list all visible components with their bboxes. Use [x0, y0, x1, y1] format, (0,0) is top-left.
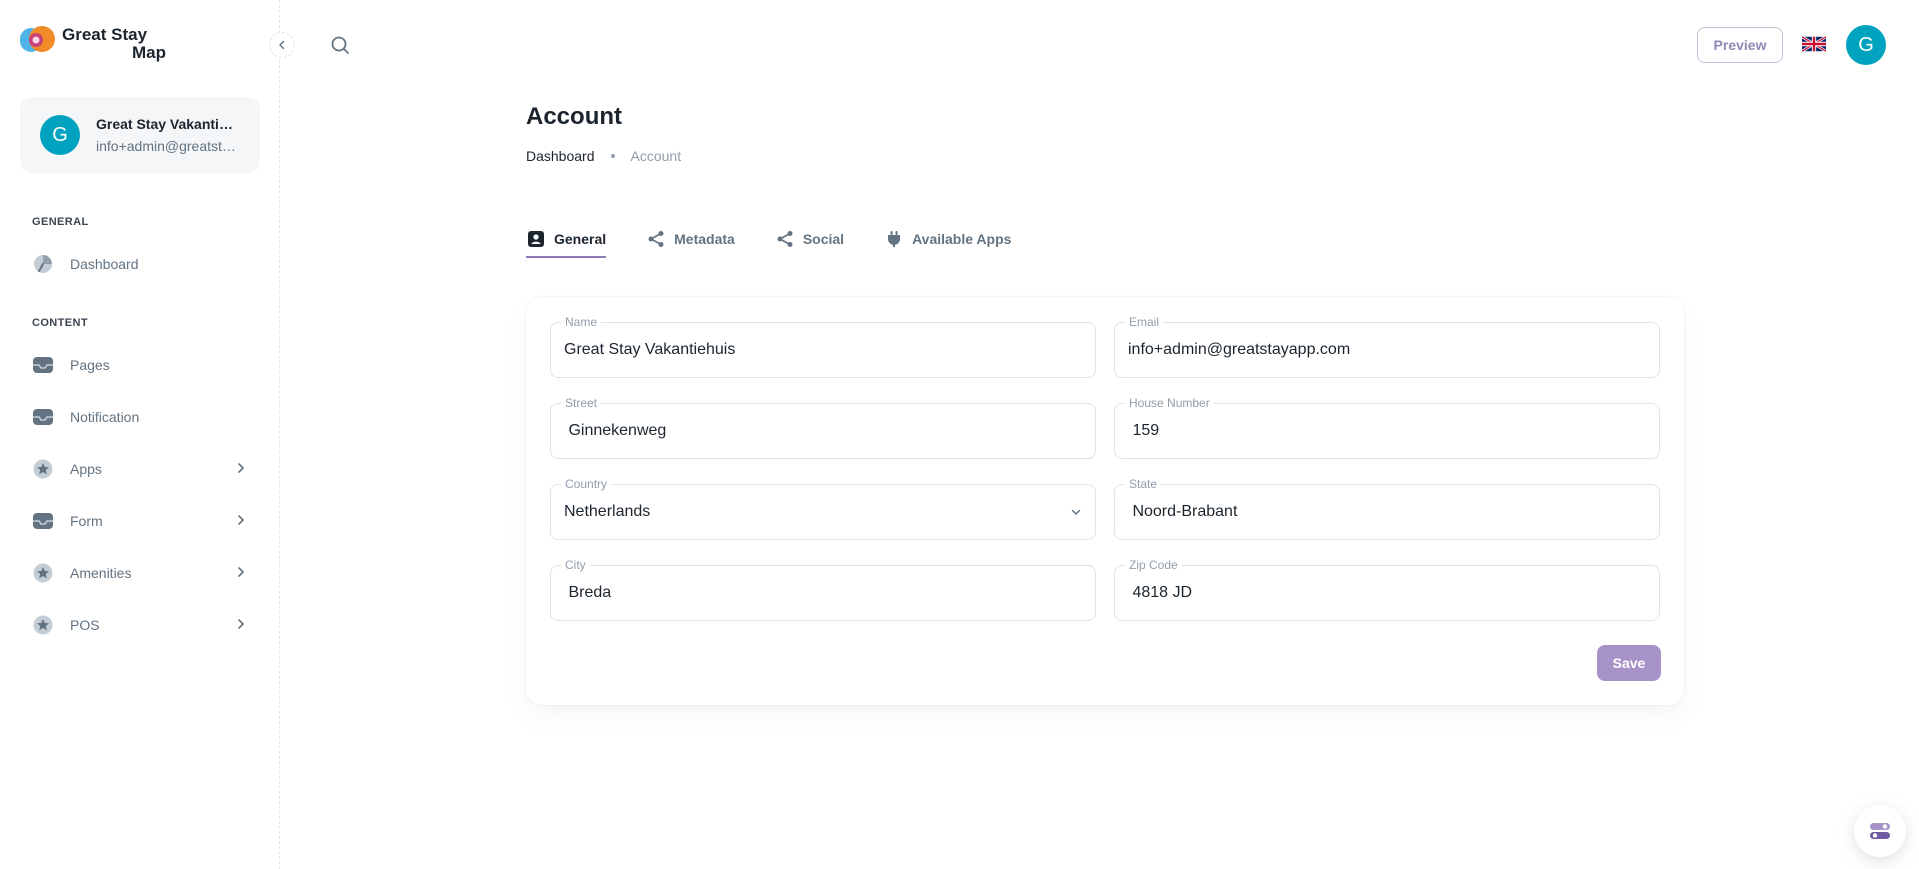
sidebar-item-label: Apps	[70, 461, 102, 477]
tab-general[interactable]: General	[526, 220, 607, 258]
plug-icon	[884, 229, 904, 249]
page-title: Account	[526, 103, 622, 130]
sidebar: Great Stay Map G Great Stay Vakantiehuis…	[0, 0, 295, 869]
chevron-left-icon	[279, 40, 285, 50]
breadcrumb-current: Account	[630, 148, 682, 164]
sidebar-item-form[interactable]: Form	[20, 499, 260, 543]
toggle-settings-icon	[1870, 823, 1890, 839]
settings-fab-button[interactable]	[1854, 805, 1906, 857]
sidebar-item-label: Amenities	[70, 565, 132, 581]
email-field[interactable]: Email info+admin@greatstayapp.com	[1114, 315, 1660, 378]
tab-label: General	[554, 231, 607, 247]
inbox-icon	[32, 406, 54, 428]
account-avatar: G	[40, 115, 80, 155]
user-avatar[interactable]: G	[1846, 25, 1886, 65]
sidebar-item-pages[interactable]: Pages	[20, 343, 260, 387]
tab-label: Metadata	[674, 231, 735, 247]
collapse-sidebar-button[interactable]	[269, 32, 295, 58]
save-button[interactable]: Save	[1597, 645, 1661, 681]
dashboard-icon	[32, 253, 54, 275]
uk-flag-icon[interactable]	[1801, 35, 1827, 53]
brand-name-line2: Map	[132, 43, 166, 62]
tab-available-apps[interactable]: Available Apps	[884, 220, 1011, 258]
contact-card-icon	[526, 229, 546, 249]
city-input[interactable]: Breda	[564, 583, 611, 603]
account-card[interactable]: G Great Stay Vakantiehuis info+admin@gre…	[20, 97, 260, 173]
sidebar-item-label: Form	[70, 513, 103, 529]
account-name: Great Stay Vakantiehuis	[96, 116, 240, 132]
field-label: Zip Code	[1125, 558, 1182, 572]
sidebar-item-label: Pages	[70, 357, 110, 373]
email-input[interactable]: info+admin@greatstayapp.com	[1128, 340, 1350, 360]
preview-button[interactable]: Preview	[1697, 27, 1783, 63]
breadcrumb-separator	[610, 154, 615, 158]
chevron-right-icon	[238, 567, 245, 577]
breadcrumb-dashboard-link[interactable]: Dashboard	[526, 148, 595, 164]
field-label: Country	[561, 477, 612, 491]
tab-metadata[interactable]: Metadata	[646, 220, 735, 258]
search-button[interactable]	[328, 33, 352, 57]
country-select[interactable]: Country Netherlands	[550, 477, 1096, 540]
field-label: State	[1125, 477, 1162, 491]
account-info: Great Stay Vakantiehuis info+admin@great…	[96, 113, 240, 157]
zip-code-input[interactable]: 4818 JD	[1128, 583, 1192, 603]
sidebar-item-label: POS	[70, 617, 100, 633]
zip-code-field[interactable]: Zip Code 4818 JD	[1114, 558, 1660, 621]
field-label: Name	[561, 315, 602, 329]
brand-name: Great Stay Map	[62, 26, 166, 62]
account-form-card: Name Great Stay Vakantiehuis Email info+…	[526, 297, 1684, 705]
house-number-input[interactable]: 159	[1128, 421, 1159, 441]
sidebar-item-notification[interactable]: Notification	[20, 395, 260, 439]
street-field[interactable]: Street Ginnekenweg	[550, 396, 1096, 459]
sidebar-item-amenities[interactable]: Amenities	[20, 551, 260, 595]
logo-mark-icon	[20, 26, 56, 54]
street-input[interactable]: Ginnekenweg	[564, 421, 666, 441]
country-value: Netherlands	[564, 503, 651, 520]
tab-label: Available Apps	[912, 231, 1012, 247]
share-icon	[775, 229, 795, 249]
inbox-icon	[32, 510, 54, 532]
sidebar-item-label: Dashboard	[70, 256, 139, 272]
share-icon	[646, 229, 666, 249]
field-label: City	[561, 558, 590, 572]
account-tabs: General Metadata Social Available Apps	[526, 220, 1051, 258]
sidebar-item-apps[interactable]: Apps	[20, 447, 260, 491]
brand-logo[interactable]: Great Stay Map	[20, 26, 166, 62]
sidebar-item-label: Notification	[70, 409, 140, 425]
account-email: info+admin@greatstayapp.com	[96, 138, 240, 154]
chevron-down-icon	[1071, 509, 1081, 516]
tab-social[interactable]: Social	[775, 220, 844, 258]
nav-section-general: GENERAL	[32, 216, 89, 228]
field-label: Email	[1125, 315, 1164, 329]
chevron-right-icon	[238, 515, 245, 525]
star-icon	[32, 458, 54, 480]
chevron-right-icon	[238, 463, 245, 473]
name-input[interactable]: Great Stay Vakantiehuis	[564, 340, 735, 360]
tab-label: Social	[802, 231, 845, 247]
name-field[interactable]: Name Great Stay Vakantiehuis	[550, 315, 1096, 378]
brand-name-line1: Great Stay	[62, 25, 148, 44]
house-number-field[interactable]: House Number 159	[1114, 396, 1660, 459]
star-icon	[32, 562, 54, 584]
breadcrumb: Dashboard Account	[526, 148, 681, 164]
state-input[interactable]: Noord-Brabant	[1128, 502, 1237, 522]
field-label: Street	[561, 396, 602, 410]
star-icon	[32, 614, 54, 636]
nav-section-content: CONTENT	[32, 317, 88, 329]
inbox-icon	[32, 354, 54, 376]
search-icon	[331, 36, 349, 54]
city-field[interactable]: City Breda	[550, 558, 1096, 621]
sidebar-item-pos[interactable]: POS	[20, 603, 260, 647]
sidebar-item-dashboard[interactable]: Dashboard	[20, 242, 260, 286]
field-label: House Number	[1125, 396, 1214, 410]
chevron-right-icon	[238, 619, 245, 629]
state-field[interactable]: State Noord-Brabant	[1114, 477, 1660, 540]
